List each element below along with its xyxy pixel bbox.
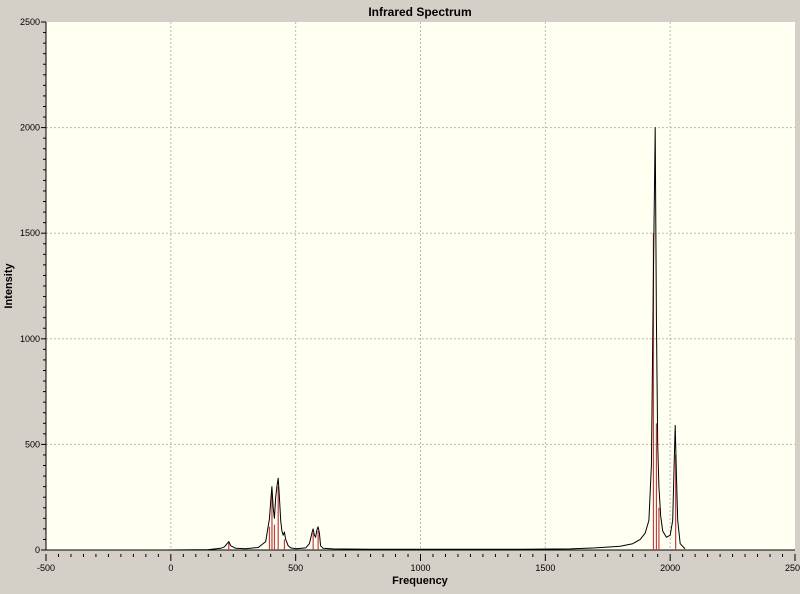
y-tick-label: 500	[25, 439, 40, 449]
x-tick-label: 2000	[660, 563, 680, 573]
x-tick-label: 1500	[535, 563, 555, 573]
x-tick-label: 500	[288, 563, 303, 573]
x-tick-label: 2500	[785, 563, 800, 573]
x-tick-label: 0	[168, 563, 173, 573]
y-tick-label: 2000	[20, 123, 40, 133]
x-tick-label: -500	[37, 563, 55, 573]
x-tick-label: 1000	[410, 563, 430, 573]
x-axis-label: Frequency	[392, 575, 449, 587]
y-tick-label: 1000	[20, 334, 40, 344]
y-tick-label: 2500	[20, 17, 40, 27]
ir-spectrum-chart: -500 0 500 1000 1500 2000 2500 0 500 1000 1500 2000…	[0, 0, 800, 589]
chart-title: Infrared Spectrum	[368, 5, 471, 19]
y-tick-label: 1500	[20, 228, 40, 238]
y-axis-label: Intensity	[3, 263, 15, 309]
y-tick-label: 0	[35, 545, 40, 555]
chart-canvas: -500 0 500 1000 1500 2000 2500 0 500 1000 1500 2000…	[0, 0, 800, 589]
